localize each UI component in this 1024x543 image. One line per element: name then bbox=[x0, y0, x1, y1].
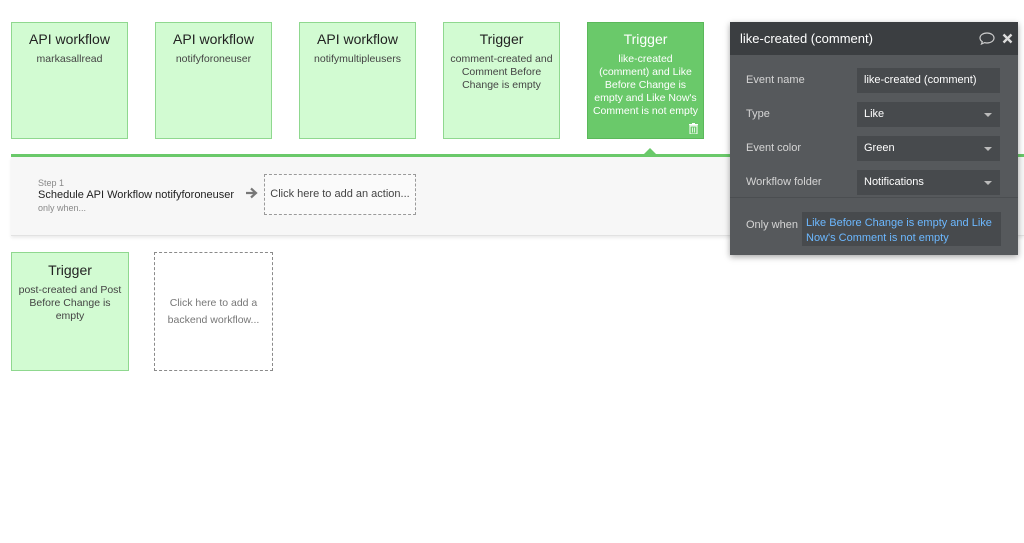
chevron-down-icon bbox=[984, 113, 992, 117]
workflow-folder-value: Notifications bbox=[864, 176, 924, 188]
chevron-down-icon bbox=[984, 147, 992, 151]
trigger-card-like-created[interactable]: Trigger like-created (comment) and Like … bbox=[587, 22, 704, 139]
comment-icon[interactable] bbox=[979, 32, 995, 45]
workflow-folder-dropdown[interactable]: Notifications bbox=[857, 170, 1000, 195]
card-subtitle: markasallread bbox=[36, 53, 103, 65]
step-only-when: only when... bbox=[38, 203, 87, 213]
api-workflow-card-notifyforoneuser[interactable]: API workflow notifyforoneuser bbox=[155, 22, 272, 139]
card-subtitle: post-created and Post Before Change is e… bbox=[18, 284, 122, 322]
card-subtitle: notifyforoneuser bbox=[175, 53, 252, 65]
add-action-button[interactable]: Click here to add an action... bbox=[264, 174, 416, 215]
type-value: Like bbox=[864, 108, 885, 120]
chevron-down-icon bbox=[984, 181, 992, 185]
card-title: Trigger bbox=[479, 31, 524, 47]
card-title: Trigger bbox=[48, 262, 92, 278]
panel-title: like-created (comment) bbox=[740, 31, 873, 46]
event-color-dropdown[interactable]: Green bbox=[857, 136, 1000, 161]
card-title: API workflow bbox=[173, 31, 254, 47]
card-title: API workflow bbox=[29, 31, 110, 47]
event-properties-panel: like-created (comment) Event name like-c… bbox=[730, 22, 1018, 255]
event-name-label: Event name bbox=[746, 74, 805, 86]
workflow-folder-label: Workflow folder bbox=[746, 176, 822, 188]
type-label: Type bbox=[746, 108, 770, 120]
card-title: API workflow bbox=[317, 31, 398, 47]
step-title: Schedule API Workflow notifyforoneuser bbox=[38, 189, 235, 201]
event-name-input[interactable]: like-created (comment) bbox=[857, 68, 1000, 93]
close-icon[interactable] bbox=[1002, 33, 1013, 44]
trash-icon[interactable] bbox=[689, 123, 698, 134]
trigger-card-post-created[interactable]: Trigger post-created and Post Before Cha… bbox=[11, 252, 129, 371]
card-subtitle: comment-created and Comment Before Chang… bbox=[450, 53, 553, 91]
card-subtitle: notifymultipleusers bbox=[314, 53, 401, 65]
event-color-label: Event color bbox=[746, 142, 802, 154]
trigger-card-comment-created[interactable]: Trigger comment-created and Comment Befo… bbox=[443, 22, 560, 139]
only-when-label: Only when bbox=[746, 219, 798, 231]
panel-header: like-created (comment) bbox=[730, 22, 1018, 55]
api-workflow-card-markasallread[interactable]: API workflow markasallread bbox=[11, 22, 128, 139]
only-when-expression[interactable]: Like Before Change is empty and Like Now… bbox=[802, 212, 1001, 246]
type-dropdown[interactable]: Like bbox=[857, 102, 1000, 127]
panel-divider bbox=[730, 197, 1018, 198]
api-workflow-card-notifymultipleusers[interactable]: API workflow notifymultipleusers bbox=[299, 22, 416, 139]
card-title: Trigger bbox=[623, 31, 668, 47]
add-backend-workflow-button[interactable]: Click here to add a backend workflow... bbox=[154, 252, 273, 371]
event-color-value: Green bbox=[864, 142, 895, 154]
step-number: Step 1 bbox=[38, 178, 65, 188]
card-subtitle: like-created (comment) and Like Before C… bbox=[592, 53, 699, 117]
arrow-right-icon bbox=[246, 187, 258, 199]
